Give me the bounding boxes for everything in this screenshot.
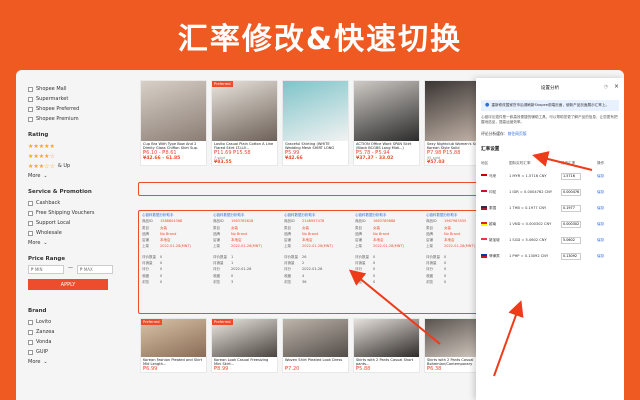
arrow-to-plugin-info xyxy=(348,269,441,345)
arrow-to-settings-link xyxy=(532,151,593,171)
arrow-to-rate-table xyxy=(493,300,524,377)
screenshot-frame: Shopee Mall Supermarket Shopee Preferred… xyxy=(16,70,624,400)
annotation-arrows xyxy=(348,151,593,377)
banner-title: 汇率修改&快速切换 xyxy=(177,22,463,57)
